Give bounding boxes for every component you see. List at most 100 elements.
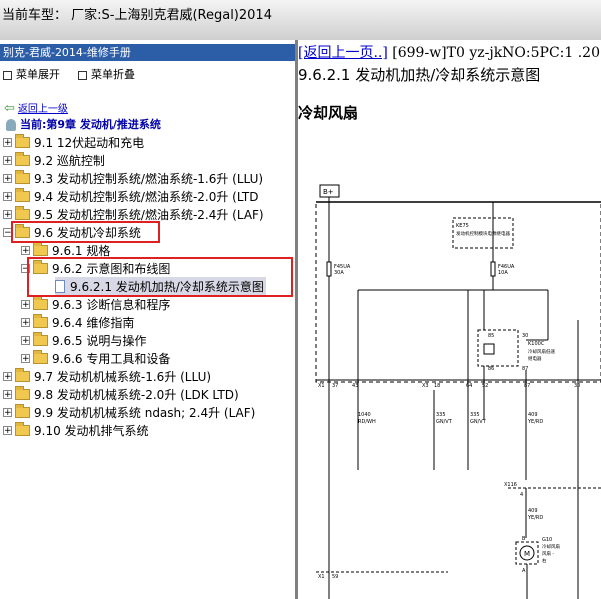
folder-icon [33,313,48,328]
expand-toggle-icon[interactable]: + [3,425,12,435]
tree-item-9-7[interactable]: +9.7 发动机机械系统-1.6升 (LLU) [3,367,211,385]
expand-toggle-icon[interactable]: + [21,317,30,327]
navigation-panel: 别克-君威-2014-维修手册 菜单展开 菜单折叠 ⇦ 返回上一级 当前:第9章 … [0,40,298,599]
pin-64: 64 [466,383,472,389]
wire-335-a-color: GN/VT [436,419,453,425]
highlight-box-9-6 [11,221,160,243]
motor-g10-desc2: 风扇 - [542,550,554,557]
pin-30: 30 [522,333,528,339]
manual-title: 别克-君威-2014-维修手册 [0,44,295,61]
pin-52: 52 [482,383,488,389]
back-up-link[interactable]: ⇦ 返回上一级 [4,100,68,116]
pin-59: 59 [332,574,338,580]
wire-409-b-color: YE/RD [527,515,543,521]
folder-icon [15,169,30,184]
tree-item-9-2[interactable]: +9.2 巡航控制 [3,151,105,169]
tree-item-9-9[interactable]: +9.9 发动机机械系统 ndash; 2.4升 (LAF) [3,403,255,421]
breadcrumb: [返回上一页..] [699-w]T0 yz-jkNO:5PC:1 .201 [298,42,601,62]
wire-1040: 1040 [358,412,371,418]
back-arrow-icon: ⇦ [4,101,15,116]
pin-86: 86 [488,366,494,372]
expand-toggle-icon[interactable]: + [3,407,12,417]
folder-icon [15,385,30,400]
folder-icon [15,133,30,148]
content-panel: [返回上一页..] [699-w]T0 yz-jkNO:5PC:1 .201 9… [298,40,601,599]
tree-item-9-3[interactable]: +9.3 发动机控制系统/燃油系统-1.6升 (LLU) [3,169,263,187]
motor-g10-label: G10 [542,537,552,543]
relay-ke75-desc: 发动机控制模块电源继电器 [456,230,510,237]
tree-item-9-6-3[interactable]: +9.6.3 诊断信息和程序 [21,295,170,313]
tree-item-9-6-5[interactable]: +9.6.5 说明与操作 [21,331,146,349]
motor-g10-desc3: 右 [542,557,547,564]
section-title: 冷却风扇 [298,104,359,122]
folder-icon [15,403,30,418]
expand-toggle-icon[interactable]: + [21,353,30,363]
relay-k100-desc2: 继电器 [528,355,542,362]
wire-1040-color: RD/WH [358,419,376,425]
expand-menu-button[interactable]: 菜单展开 [3,66,60,82]
tree-item-9-4[interactable]: +9.4 发动机控制系统/燃油系统-2.0升 (LTD [3,187,258,205]
motor-symbol: M [524,550,530,558]
pin-43: 43 [352,383,358,389]
tree-item-9-1[interactable]: +9.1 12伏起动和充电 [3,133,144,151]
expand-toggle-icon[interactable]: + [21,335,30,345]
pin-37: 37 [332,383,338,389]
tree-item-9-8[interactable]: +9.8 发动机机械系统-2.0升 (LDK LTD) [3,385,239,403]
expand-toggle-icon[interactable]: + [3,191,12,201]
pin-87b: 87 [524,383,530,389]
expand-toggle-icon[interactable]: + [3,137,12,147]
folder-icon [15,205,30,220]
wire-335-b: 335 [470,412,480,418]
current-vehicle-label: 当前车型： 厂家:S-上海别克君威(Regal)2014 [2,8,272,23]
connector-x116-pin: 4 [520,492,523,498]
folder-icon [15,151,30,166]
collapse-icon [78,70,87,80]
chapter-icon [6,119,16,131]
expand-toggle-icon[interactable]: + [3,389,12,399]
expand-icon [3,70,12,80]
pin-87: 87 [522,366,528,372]
expand-toggle-icon[interactable]: + [3,173,12,183]
motor-pin-a: A [522,568,526,574]
battery-label: B+ [323,188,334,196]
wiring-diagram: B+ F45UA 30A KE75 发动机控制模块电源继电器 F46UA 10A… [315,184,601,599]
motor-g10-desc1: 冷却风扇 [542,543,560,550]
wire-409-color: YE/RD [527,419,543,425]
wire-335-b-color: GN/VT [470,419,487,425]
connector-x1-bottom: X1 [318,574,325,580]
expand-toggle-icon[interactable]: + [3,371,12,381]
collapse-menu-button[interactable]: 菜单折叠 [78,66,135,82]
tree-item-9-10[interactable]: +9.10 发动机排气系统 [3,421,149,439]
expand-toggle-icon[interactable]: + [3,209,12,219]
motor-pin-b: B [522,536,526,542]
relay-k100-desc1: 冷却风扇低速 [528,348,555,355]
connector-x1: X1 [318,383,325,389]
expand-toggle-icon[interactable]: + [3,155,12,165]
current-chapter: 当前:第9章 发动机/推进系统 [6,116,161,132]
tree-item-9-6-4[interactable]: +9.6.4 维修指南 [21,313,134,331]
tree-item-9-6-6[interactable]: +9.6.6 专用工具和设备 [21,349,170,367]
wire-409: 409 [528,412,538,418]
folder-icon [15,367,30,382]
folder-icon [33,349,48,364]
folder-icon [33,241,48,256]
wire-409-b: 409 [528,508,538,514]
back-page-link[interactable]: [返回上一页..] [298,45,388,61]
relay-ke75-label: KE75 [456,223,469,229]
highlight-box-9-6-2 [27,257,293,297]
fuse-f45-amp: 30A [334,270,344,276]
expand-toggle-icon[interactable]: + [21,245,30,255]
doc-code: [699-w]T0 yz-jkNO:5PC:1 .201 [387,45,601,61]
folder-icon [33,331,48,346]
relay-k100-label: K100C [528,341,545,347]
folder-icon [15,421,30,436]
folder-icon [33,295,48,310]
page-title: 9.6.2.1 发动机加热/冷却系统示意图 [298,66,541,84]
pin-18: 18 [434,383,440,389]
expand-toggle-icon[interactable]: + [21,299,30,309]
folder-icon [15,187,30,202]
pin-30b: 30 [574,383,580,389]
connector-x3: X3 [422,383,429,389]
pin-85: 85 [488,333,494,339]
fuse-f46-amp: 10A [498,270,508,276]
